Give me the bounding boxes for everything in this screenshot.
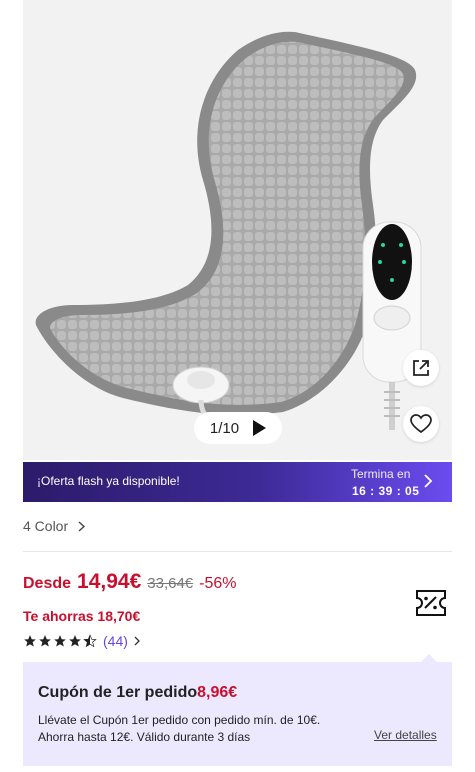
coupon-title: Cupón de 1er pedido8,96€ — [38, 684, 237, 702]
star-icon — [39, 635, 51, 647]
coupon-title-text: Cupón de 1er pedido — [38, 684, 198, 701]
coupon-amount: 8,96€ — [197, 684, 238, 701]
coupon-description: Llévate el Cupón 1er pedido con pedido m… — [38, 713, 321, 744]
share-icon — [413, 360, 429, 376]
favorite-button[interactable] — [403, 406, 439, 442]
coupon-ticket-icon[interactable] — [414, 587, 448, 619]
share-button[interactable] — [403, 350, 439, 386]
savings-text: Te ahorras 18,70€ — [23, 608, 141, 624]
star-icon — [24, 635, 36, 647]
chevron-right-icon — [78, 520, 86, 532]
rating-summary[interactable]: (44) — [23, 633, 140, 649]
original-price: 33,64€ — [147, 575, 194, 592]
play-icon[interactable] — [253, 420, 267, 436]
countdown-timer: 16 : 39 : 05 — [352, 484, 420, 498]
gallery-counter[interactable]: 1/10 — [194, 412, 282, 444]
color-variant-selector[interactable]: 4 Color — [23, 518, 86, 534]
flash-ends-label: Termina en — [351, 467, 411, 481]
divider — [23, 551, 452, 552]
price-from-label: Desde — [23, 575, 72, 592]
star-rating — [23, 634, 97, 648]
discount-badge: -56% — [199, 575, 237, 592]
first-order-coupon-card[interactable]: Cupón de 1er pedido8,96€ Llévate el Cupó… — [23, 654, 452, 766]
star-icon — [54, 635, 66, 647]
flash-sale-message: ¡Oferta flash ya disponible! — [37, 474, 180, 488]
coupon-pointer — [421, 654, 437, 662]
half-star-icon — [83, 634, 97, 648]
heart-icon — [410, 414, 432, 434]
color-variant-label: 4 Color — [23, 518, 69, 534]
price-row: Desde 14,94€ 33,64€ -56% — [23, 570, 237, 594]
product-image — [35, 31, 422, 430]
review-count[interactable]: (44) — [103, 633, 128, 649]
star-icon — [69, 635, 81, 647]
view-details-link[interactable]: Ver detalles — [374, 728, 437, 742]
chevron-right-icon — [424, 474, 433, 488]
product-gallery[interactable]: 1/10 — [23, 0, 452, 460]
chevron-right-icon — [134, 636, 140, 646]
current-price: 14,94€ — [77, 570, 142, 593]
gallery-index: 1/10 — [209, 419, 240, 437]
flash-sale-banner[interactable]: ¡Oferta flash ya disponible! Termina en … — [23, 462, 452, 502]
